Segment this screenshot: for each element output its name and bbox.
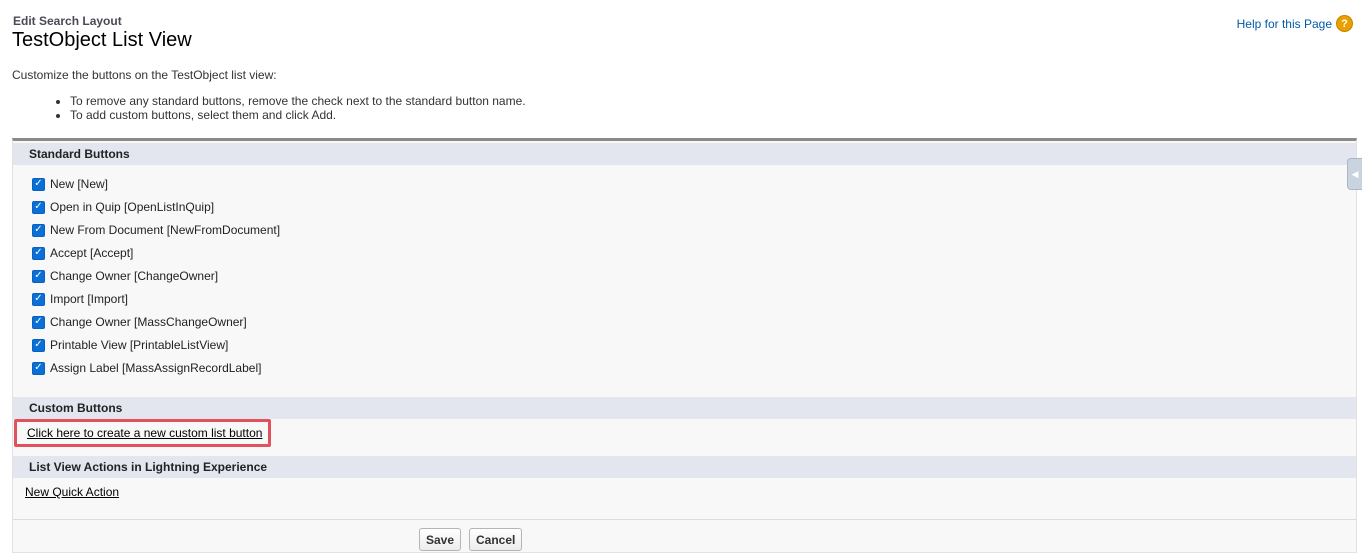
checkbox[interactable]: ✓ — [32, 246, 45, 260]
checkbox-label: Open in Quip [OpenListInQuip] — [50, 200, 215, 214]
custom-buttons-header: Custom Buttons — [13, 397, 1356, 419]
standard-button-new[interactable]: ✓ New [New] — [32, 177, 108, 191]
checkbox-label: Printable View [PrintableListView] — [50, 338, 229, 352]
create-custom-list-button-link[interactable]: Click here to create a new custom list b… — [27, 426, 262, 440]
sidebar-toggle-handle[interactable]: ◀ — [1347, 158, 1362, 190]
help-link[interactable]: Help for this Page ? — [1237, 15, 1353, 32]
checkbox-label: New From Document [NewFromDocument] — [50, 223, 281, 237]
checkbox[interactable]: ✓ — [32, 200, 45, 214]
standard-button-open-in-quip[interactable]: ✓ Open in Quip [OpenListInQuip] — [32, 200, 214, 214]
checkbox[interactable]: ✓ — [32, 269, 45, 283]
cancel-button[interactable]: Cancel — [469, 528, 523, 551]
standard-button-change-owner[interactable]: ✓ Change Owner [ChangeOwner] — [32, 269, 218, 283]
chevron-left-icon: ◀ — [1351, 168, 1359, 179]
instruction-list: To remove any standard buttons, remove t… — [52, 94, 526, 122]
checkbox-label: Change Owner [ChangeOwner] — [50, 269, 219, 283]
standard-button-assign-label[interactable]: ✓ Assign Label [MassAssignRecordLabel] — [32, 361, 261, 375]
intro-text: Customize the buttons on the TestObject … — [12, 68, 277, 82]
page-title: TestObject List View — [12, 29, 192, 51]
list-view-actions-header: List View Actions in Lightning Experienc… — [13, 456, 1356, 478]
checkbox-label: Change Owner [MassChangeOwner] — [50, 315, 247, 329]
standard-button-mass-change-owner[interactable]: ✓ Change Owner [MassChangeOwner] — [32, 315, 247, 329]
highlight-box: Click here to create a new custom list b… — [14, 419, 271, 447]
save-button[interactable]: Save — [419, 528, 462, 551]
checkbox[interactable]: ✓ — [32, 315, 45, 329]
instruction-item: To add custom buttons, select them and c… — [70, 108, 526, 122]
checkbox[interactable]: ✓ — [32, 338, 45, 352]
layout-panel: Standard Buttons ✓ New [New] ✓ Open in Q… — [12, 138, 1357, 553]
page-type: Edit Search Layout — [13, 14, 122, 28]
checkbox-label: Import [Import] — [50, 292, 129, 306]
checkbox-label: New [New] — [50, 177, 109, 191]
standard-button-new-from-document[interactable]: ✓ New From Document [NewFromDocument] — [32, 223, 280, 237]
standard-button-import[interactable]: ✓ Import [Import] — [32, 292, 128, 306]
new-quick-action-link[interactable]: New Quick Action — [25, 485, 119, 499]
button-bar: Save Cancel — [13, 519, 1356, 556]
checkbox-label: Assign Label [MassAssignRecordLabel] — [50, 361, 262, 375]
instruction-item: To remove any standard buttons, remove t… — [70, 94, 526, 108]
help-link-label: Help for this Page — [1236, 16, 1332, 31]
checkbox[interactable]: ✓ — [32, 361, 45, 375]
checkbox-label: Accept [Accept] — [50, 246, 134, 260]
checkbox[interactable]: ✓ — [32, 223, 45, 237]
checkbox[interactable]: ✓ — [32, 177, 45, 191]
standard-button-accept[interactable]: ✓ Accept [Accept] — [32, 246, 133, 260]
checkbox[interactable]: ✓ — [32, 292, 45, 306]
standard-buttons-header: Standard Buttons — [13, 143, 1356, 165]
help-icon[interactable]: ? — [1336, 15, 1353, 32]
standard-button-printable-view[interactable]: ✓ Printable View [PrintableListView] — [32, 338, 228, 352]
